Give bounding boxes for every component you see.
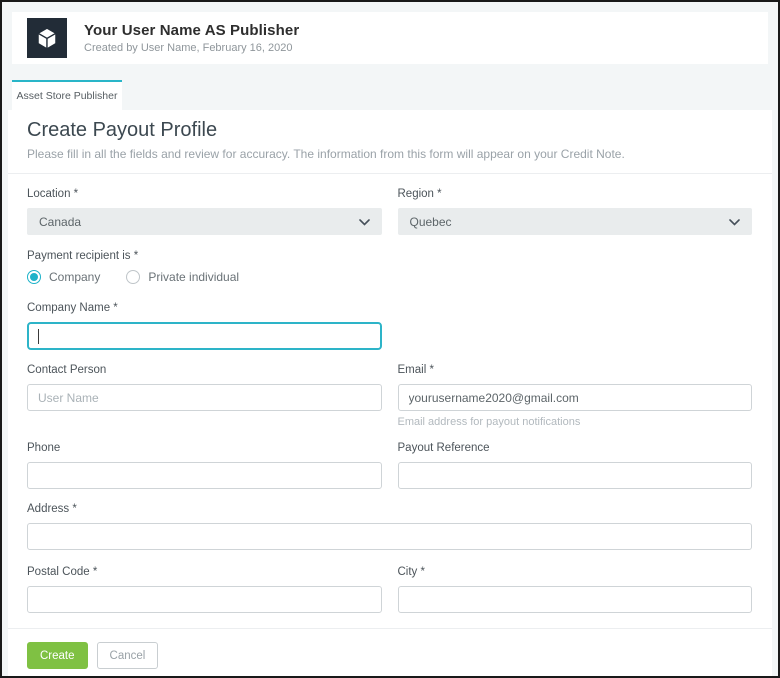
page-title: Create Payout Profile — [27, 118, 752, 142]
phone-field: Phone — [27, 442, 382, 489]
phone-label: Phone — [27, 442, 382, 454]
radio-private-individual-label: Private individual — [148, 270, 239, 284]
contact-person-field: Contact Person — [27, 364, 382, 428]
create-payout-profile-panel: Create Payout Profile Please fill in all… — [8, 110, 772, 678]
payment-recipient-options: Company Private individual — [27, 270, 752, 284]
region-select[interactable]: Quebec — [398, 208, 753, 235]
radio-company-label: Company — [49, 270, 100, 284]
form-actions: Create Cancel — [8, 628, 772, 678]
payout-reference-input[interactable] — [398, 462, 753, 489]
region-label: Region * — [398, 188, 753, 200]
location-label: Location * — [27, 188, 382, 200]
divider — [8, 173, 772, 174]
postal-code-input[interactable] — [27, 586, 382, 613]
publisher-title: Your User Name AS Publisher — [84, 22, 299, 39]
email-label: Email * — [398, 364, 753, 376]
publisher-header: Your User Name AS Publisher Created by U… — [12, 12, 768, 64]
payout-profile-form: Location * Canada Region * Quebec — [27, 188, 752, 678]
payout-reference-field: Payout Reference — [398, 442, 753, 489]
payment-recipient-label: Payment recipient is * — [27, 250, 752, 262]
unity-logo-icon — [27, 18, 67, 58]
company-name-input[interactable] — [27, 322, 382, 350]
city-field: City * — [398, 566, 753, 613]
publisher-portal-window: Your User Name AS Publisher Created by U… — [0, 0, 780, 678]
region-field: Region * Quebec — [398, 188, 753, 235]
radio-company[interactable]: Company — [27, 270, 100, 284]
postal-code-field: Postal Code * — [27, 566, 382, 613]
region-value: Quebec — [410, 215, 452, 229]
city-label: City * — [398, 566, 753, 578]
company-name-label: Company Name * — [27, 302, 382, 314]
postal-code-label: Postal Code * — [27, 566, 382, 578]
tab-bar: Asset Store Publisher — [2, 80, 778, 110]
location-value: Canada — [39, 215, 81, 229]
payment-recipient-field: Payment recipient is * Company Private i… — [27, 250, 752, 284]
address-input[interactable] — [27, 523, 752, 550]
contact-person-label: Contact Person — [27, 364, 382, 376]
page-description: Please fill in all the fields and review… — [27, 147, 752, 161]
contact-person-input[interactable] — [27, 384, 382, 411]
chevron-down-icon — [729, 215, 740, 229]
radio-unselected-icon[interactable] — [126, 270, 140, 284]
publisher-subtitle: Created by User Name, February 16, 2020 — [84, 42, 299, 54]
email-helper-text: Email address for payout notifications — [398, 416, 753, 428]
email-field: Email * Email address for payout notific… — [398, 364, 753, 428]
payout-reference-label: Payout Reference — [398, 442, 753, 454]
company-name-field: Company Name * — [27, 302, 382, 350]
email-input[interactable] — [398, 384, 753, 411]
create-button[interactable]: Create — [27, 642, 88, 669]
phone-input[interactable] — [27, 462, 382, 489]
location-field: Location * Canada — [27, 188, 382, 235]
chevron-down-icon — [359, 215, 370, 229]
address-field: Address * — [27, 503, 752, 550]
text-cursor — [38, 329, 39, 344]
radio-selected-icon[interactable] — [27, 270, 41, 284]
city-input[interactable] — [398, 586, 753, 613]
radio-private-individual[interactable]: Private individual — [126, 270, 239, 284]
cancel-button[interactable]: Cancel — [97, 642, 159, 669]
address-label: Address * — [27, 503, 752, 515]
location-select[interactable]: Canada — [27, 208, 382, 235]
tab-asset-store-publisher[interactable]: Asset Store Publisher — [12, 80, 122, 110]
